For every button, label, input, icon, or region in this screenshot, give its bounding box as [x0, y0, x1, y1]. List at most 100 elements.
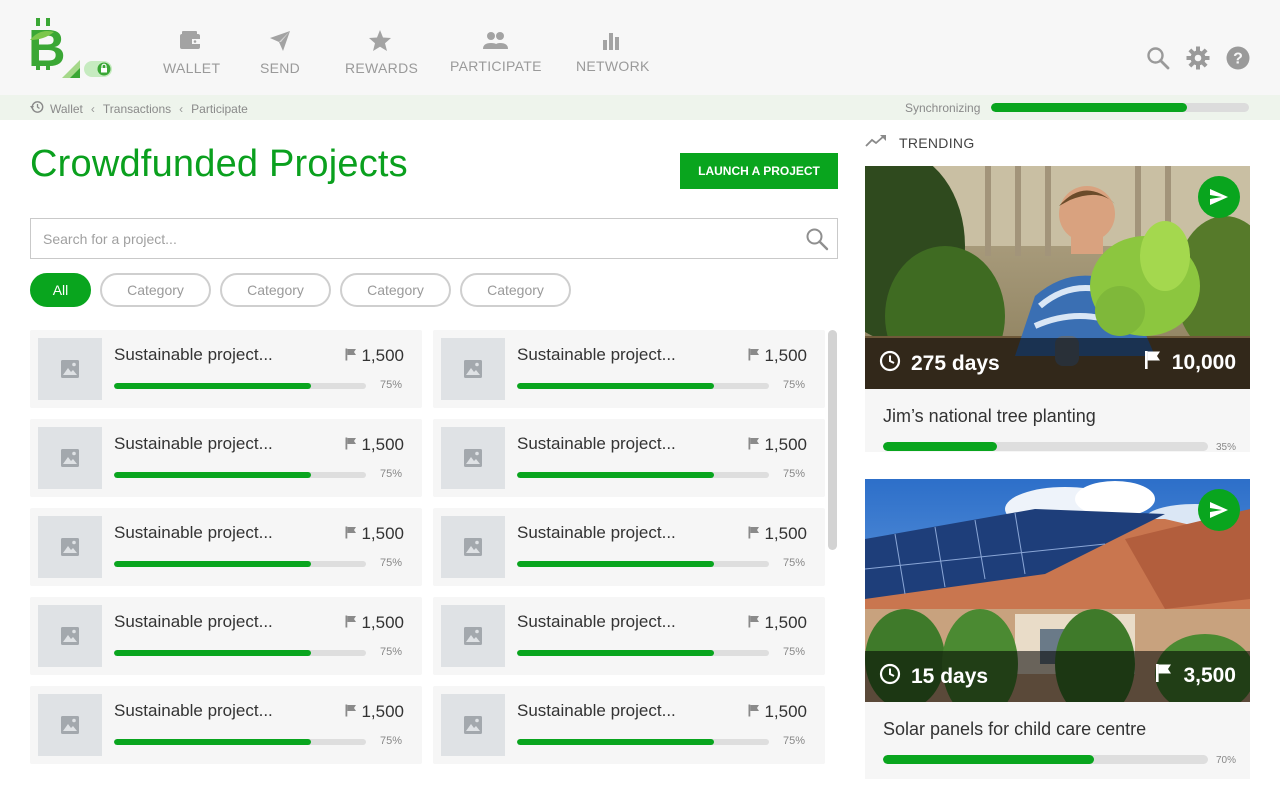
project-card[interactable]: Sustainable project... 1,500 75%	[433, 330, 825, 408]
project-title: Sustainable project...	[114, 345, 273, 364]
project-progress-bar	[114, 472, 366, 478]
trending-label: TRENDING	[899, 134, 975, 151]
project-grid: Sustainable project... 1,500 75% Sustain…	[30, 330, 825, 770]
nav-network[interactable]: NETWORK	[576, 30, 650, 74]
project-goal: 1,500	[345, 524, 404, 544]
search-input[interactable]	[43, 228, 783, 250]
image-icon	[464, 627, 482, 645]
project-card[interactable]: Sustainable project... 1,500 75%	[433, 508, 825, 586]
image-placeholder	[38, 338, 102, 400]
project-progress-bar	[517, 472, 769, 478]
project-progress-bar	[517, 383, 769, 389]
nav-network-label: NETWORK	[576, 58, 650, 74]
project-card[interactable]: Sustainable project... 1,500 75%	[30, 419, 422, 497]
project-goal: 1,500	[345, 702, 404, 722]
flag-icon	[1144, 350, 1162, 376]
breadcrumb-transactions[interactable]: Transactions	[103, 102, 171, 116]
project-percent: 75%	[379, 557, 402, 569]
trending-card[interactable]: 275 days 10,000 Jim’s national tree plan…	[865, 166, 1250, 453]
trending-title[interactable]: Jim’s national tree planting	[883, 406, 1096, 427]
bar-chart-icon	[576, 30, 646, 52]
filter-chip-category[interactable]: Category	[100, 273, 211, 307]
image-placeholder	[441, 694, 505, 756]
project-progress-fill	[114, 650, 311, 656]
days-left: 15 days	[911, 665, 989, 688]
project-percent: 75%	[379, 735, 402, 747]
project-progress-bar	[114, 739, 366, 745]
photo-overlay: 275 days 10,000	[865, 338, 1250, 389]
project-goal-amount: 1,500	[764, 346, 807, 365]
project-goal-amount: 1,500	[361, 524, 404, 543]
flag-icon	[748, 613, 760, 633]
help-icon[interactable]: ?	[1226, 46, 1250, 70]
nav-send[interactable]: SEND	[259, 28, 301, 76]
nav-participate-label: PARTICIPATE	[450, 58, 542, 74]
breadcrumb-wallet[interactable]: Wallet	[50, 102, 83, 116]
project-percent: 75%	[379, 646, 402, 658]
search-icon[interactable]	[805, 227, 829, 251]
project-percent: 75%	[782, 379, 805, 391]
project-goal-amount: 1,500	[361, 435, 404, 454]
sync-progress-fill	[991, 103, 1188, 112]
project-progress-bar	[114, 383, 366, 389]
project-photo-man-planting: 275 days 10,000	[865, 166, 1250, 389]
wallet-icon	[163, 28, 217, 54]
filter-chip-category[interactable]: Category	[340, 273, 451, 307]
nav-wallet[interactable]: WALLET	[163, 28, 221, 76]
project-progress-bar	[517, 561, 769, 567]
project-card[interactable]: Sustainable project... 1,500 75%	[30, 330, 422, 408]
breadcrumb-participate[interactable]: Participate	[191, 102, 248, 116]
history-icon	[30, 100, 44, 117]
project-title: Sustainable project...	[517, 345, 676, 364]
send-icon	[259, 28, 301, 54]
flag-icon	[345, 702, 357, 722]
project-title: Sustainable project...	[517, 523, 676, 542]
project-card[interactable]: Sustainable project... 1,500 75%	[433, 597, 825, 675]
trending-title[interactable]: Solar panels for child care centre	[883, 719, 1146, 740]
image-icon	[464, 538, 482, 556]
filter-chip-all[interactable]: All	[30, 273, 91, 307]
filter-chip-category[interactable]: Category	[220, 273, 331, 307]
project-goal-amount: 1,500	[361, 613, 404, 632]
project-card[interactable]: Sustainable project... 1,500 75%	[30, 597, 422, 675]
project-percent: 75%	[782, 646, 805, 658]
image-placeholder	[441, 516, 505, 578]
image-icon	[61, 449, 79, 467]
project-card[interactable]: Sustainable project... 1,500 75%	[30, 508, 422, 586]
send-button[interactable]	[1198, 176, 1240, 218]
image-placeholder	[441, 338, 505, 400]
image-icon	[61, 360, 79, 378]
project-card[interactable]: Sustainable project... 1,500 75%	[433, 419, 825, 497]
project-progress-fill	[517, 383, 714, 389]
funding-goal: 10,000	[1171, 351, 1236, 374]
project-percent: 75%	[782, 735, 805, 747]
launch-project-button[interactable]: LAUNCH A PROJECT	[680, 153, 838, 189]
flag-icon	[345, 524, 357, 544]
star-icon	[345, 28, 415, 54]
filter-chip-category[interactable]: Category	[460, 273, 571, 307]
trending-header: TRENDING	[865, 134, 975, 151]
project-goal-amount: 1,500	[361, 346, 404, 365]
project-percent: 75%	[379, 379, 402, 391]
image-icon	[464, 716, 482, 734]
trending-card[interactable]: 15 days 3,500 Solar panels for child car…	[865, 479, 1250, 779]
project-card[interactable]: Sustainable project... 1,500 75%	[30, 686, 422, 764]
bitcoin-logo: B	[28, 18, 118, 80]
project-goal-amount: 1,500	[764, 702, 807, 721]
nav-participate[interactable]: PARTICIPATE	[450, 30, 542, 74]
trending-percent: 35%	[1215, 442, 1236, 453]
search-icon[interactable]	[1146, 46, 1170, 70]
gear-icon[interactable]	[1186, 46, 1210, 70]
send-button[interactable]	[1198, 489, 1240, 531]
trending-up-icon	[865, 134, 887, 151]
project-card[interactable]: Sustainable project... 1,500 75%	[433, 686, 825, 764]
project-title: Sustainable project...	[517, 434, 676, 453]
nav-rewards[interactable]: REWARDS	[345, 28, 418, 76]
image-icon	[464, 449, 482, 467]
nav-wallet-label: WALLET	[163, 60, 221, 76]
page-title: Crowdfunded Projects	[30, 143, 408, 185]
project-progress-fill	[114, 383, 311, 389]
project-percent: 75%	[379, 468, 402, 480]
scrollbar-thumb[interactable]	[828, 330, 837, 550]
image-icon	[61, 716, 79, 734]
